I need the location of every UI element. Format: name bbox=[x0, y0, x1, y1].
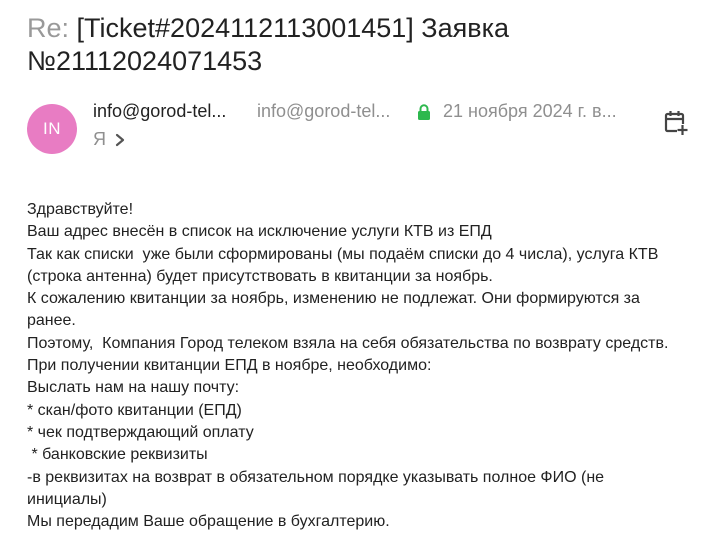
body-line: (строка антенна) будет присутствовать в … bbox=[27, 267, 493, 285]
sender-name[interactable]: info@gorod-tel... bbox=[93, 101, 226, 122]
email-body: Здравствуйте! Ваш адрес внесён в список … bbox=[27, 199, 692, 533]
body-line: При получении квитанции ЕПД в ноябре, не… bbox=[27, 357, 432, 375]
calendar-add-icon[interactable] bbox=[664, 110, 688, 136]
subject-text: [Ticket#2024112113001451] Заявка №211120… bbox=[27, 13, 510, 76]
subject-reply-prefix: Re: bbox=[27, 13, 70, 43]
body-line: Выслать нам на нашу почту: bbox=[27, 379, 240, 397]
email-date[interactable]: 21 ноября 2024 г. в... bbox=[443, 101, 617, 122]
body-line: Здравствуйте! bbox=[27, 201, 134, 218]
body-line: инициалы) bbox=[27, 490, 107, 508]
sender-email[interactable]: info@gorod-tel... bbox=[257, 101, 390, 122]
sender-avatar[interactable]: IN bbox=[27, 104, 77, 154]
body-line: ранее. bbox=[27, 312, 76, 330]
email-subject: Re: [Ticket#2024112113001451] Заявка №21… bbox=[27, 12, 687, 78]
lock-icon bbox=[418, 104, 430, 120]
body-line: Поэтому, Компания Город телеком взяла на… bbox=[27, 334, 669, 352]
body-line: * чек подтверждающий оплату bbox=[27, 423, 254, 441]
chevron-right-icon bbox=[115, 133, 125, 146]
body-line: К сожалению квитанции за ноябрь, изменен… bbox=[27, 290, 640, 308]
body-line: * скан/фото квитанции (ЕПД) bbox=[27, 401, 242, 419]
body-line: Ваш адрес внесён в список на исключение … bbox=[27, 223, 492, 241]
recipient-toggle[interactable]: Я bbox=[93, 129, 126, 150]
body-line: Мы передадим Ваше обращение в бухгалтери… bbox=[27, 513, 390, 531]
body-line: -в реквизитах на возврат в обязательном … bbox=[27, 468, 605, 486]
body-line: * банковские реквизиты bbox=[27, 446, 208, 464]
body-line: Так как списки уже были сформированы (мы… bbox=[27, 245, 659, 263]
recipient-label: Я bbox=[93, 129, 106, 149]
